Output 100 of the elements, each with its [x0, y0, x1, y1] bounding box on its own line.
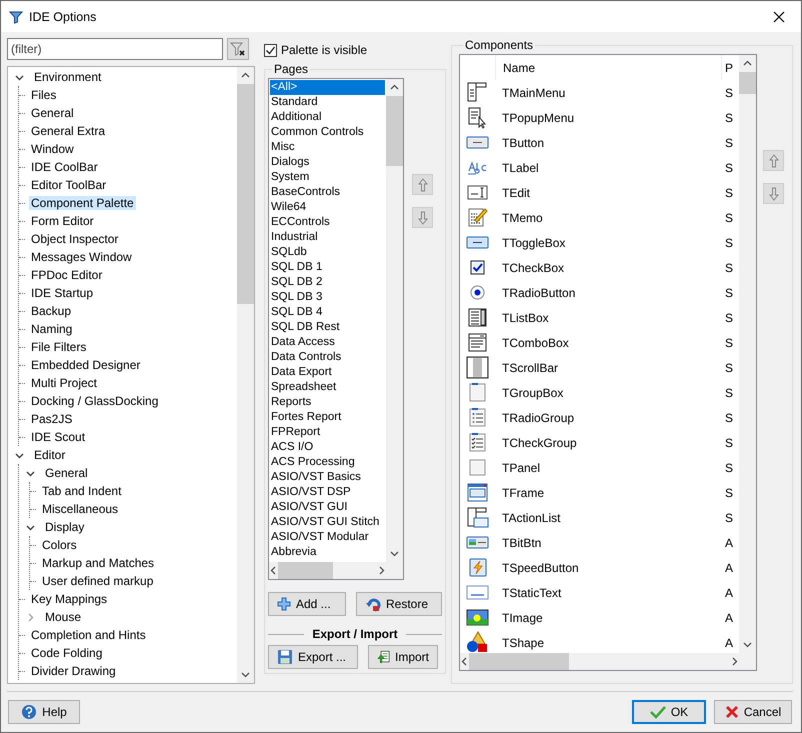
- tree-item[interactable]: Colors: [40, 538, 79, 552]
- filter-field[interactable]: (filter): [7, 38, 223, 60]
- expand-chevron-icon[interactable]: [26, 522, 34, 532]
- list-item[interactable]: Misc: [270, 140, 385, 155]
- tree-item[interactable]: General Extra: [29, 124, 108, 138]
- scroll-down-icon[interactable]: [241, 670, 250, 679]
- list-item[interactable]: ASIO/VST Modular: [270, 530, 385, 545]
- ok-button[interactable]: OK: [632, 700, 706, 724]
- list-item[interactable]: Fortes Report: [270, 410, 385, 425]
- list-item[interactable]: SQL DB 4: [270, 305, 385, 320]
- expand-chevron-icon[interactable]: [14, 450, 24, 460]
- list-item[interactable]: SQL DB 2: [270, 275, 385, 290]
- restore-button[interactable]: Restore: [356, 592, 442, 616]
- tree-item[interactable]: Environment: [32, 70, 104, 84]
- add-button[interactable]: Add ...: [268, 592, 346, 616]
- scrollbar-thumb[interactable]: [278, 562, 333, 579]
- list-item[interactable]: Dialogs: [270, 155, 385, 170]
- list-item[interactable]: Additional: [270, 110, 385, 125]
- tree-item[interactable]: FPDoc Editor: [29, 268, 104, 282]
- tree-item[interactable]: Docking / GlassDocking: [29, 394, 160, 408]
- list-item[interactable]: Data Controls: [270, 350, 385, 365]
- tree-item[interactable]: Backup: [29, 304, 74, 318]
- list-item[interactable]: SQLdb: [270, 245, 385, 260]
- tree-item[interactable]: Markup and Matches: [40, 556, 156, 570]
- tree-item[interactable]: Mouse: [43, 610, 84, 624]
- list-item[interactable]: Abbrevia: [270, 545, 385, 560]
- list-item[interactable]: ECControls: [270, 215, 385, 230]
- scroll-up-icon[interactable]: [743, 59, 752, 68]
- move-down-button[interactable]: [412, 207, 433, 228]
- tree-item[interactable]: Form Editor: [29, 214, 96, 228]
- tree-item[interactable]: General: [29, 106, 76, 120]
- tree-item[interactable]: User defined markup: [40, 574, 156, 588]
- list-item[interactable]: SQL DB Rest: [270, 320, 385, 335]
- scroll-up-icon[interactable]: [241, 71, 250, 80]
- scroll-left-icon[interactable]: [269, 566, 278, 575]
- checkbox[interactable]: [264, 44, 277, 56]
- list-item[interactable]: SQL DB 3: [270, 290, 385, 305]
- list-item[interactable]: SQL DB 1: [270, 260, 385, 275]
- tree-item[interactable]: Naming: [29, 322, 74, 336]
- scroll-down-icon[interactable]: [390, 549, 399, 558]
- tree-item[interactable]: IDE Startup: [29, 286, 96, 300]
- scroll-up-icon[interactable]: [390, 83, 399, 92]
- clear-filter-button[interactable]: [227, 38, 249, 60]
- list-item[interactable]: Reports: [270, 395, 385, 410]
- tree-item[interactable]: Editor: [32, 448, 68, 462]
- tree-item[interactable]: Code Folding: [29, 646, 104, 660]
- list-item[interactable]: Spreadsheet: [270, 380, 385, 395]
- scrollbar-thumb[interactable]: [739, 72, 756, 94]
- tree-item[interactable]: General: [43, 466, 90, 480]
- tree-item[interactable]: Files: [29, 88, 58, 102]
- list-item[interactable]: ASIO/VST Basics: [270, 470, 385, 485]
- tree-item[interactable]: IDE CoolBar: [29, 160, 100, 174]
- list-item[interactable]: Wile64: [270, 200, 385, 215]
- tree-item[interactable]: Object Inspector: [29, 232, 120, 246]
- tree-item[interactable]: File Filters: [29, 340, 88, 354]
- export-button[interactable]: Export ...: [268, 645, 358, 669]
- tree-item[interactable]: Tab and Indent: [40, 484, 124, 498]
- list-item[interactable]: Standard: [270, 95, 385, 110]
- scrollbar-thumb[interactable]: [237, 84, 254, 304]
- scroll-right-icon[interactable]: [730, 657, 739, 666]
- import-button[interactable]: Import: [368, 645, 438, 669]
- scroll-down-icon[interactable]: [743, 640, 752, 649]
- list-item[interactable]: FPReport: [270, 425, 385, 440]
- list-item[interactable]: System: [270, 170, 385, 185]
- list-item[interactable]: Common Controls: [270, 125, 385, 140]
- list-item[interactable]: Industrial: [270, 230, 385, 245]
- tree-item[interactable]: Divider Drawing: [29, 664, 118, 678]
- scrollbar-thumb[interactable]: [469, 653, 569, 670]
- tree-item[interactable]: IDE Scout: [29, 430, 88, 444]
- tree-item[interactable]: Miscellaneous: [40, 502, 120, 516]
- tree-item[interactable]: Completion and Hints: [29, 628, 148, 642]
- list-item[interactable]: ASIO/VST GUI: [270, 500, 385, 515]
- list-item[interactable]: ASIO/VST GUI Stitch: [270, 515, 385, 530]
- tree-item[interactable]: Pas2JS: [29, 412, 74, 426]
- help-button[interactable]: Help: [8, 700, 80, 724]
- list-item[interactable]: Data Export: [270, 365, 385, 380]
- expand-chevron-icon[interactable]: [26, 468, 34, 478]
- list-item[interactable]: <All>: [270, 80, 385, 95]
- tree-item[interactable]: Key Mappings: [29, 592, 110, 606]
- move-up-button[interactable]: [763, 150, 784, 171]
- expand-chevron-icon[interactable]: [14, 72, 24, 82]
- list-item[interactable]: BaseControls: [270, 185, 385, 200]
- cancel-button[interactable]: Cancel: [714, 700, 792, 724]
- scrollbar-thumb[interactable]: [386, 96, 403, 166]
- tree-item[interactable]: Window: [29, 142, 76, 156]
- tree-item[interactable]: Display: [43, 520, 86, 534]
- column-header[interactable]: P: [722, 60, 734, 74]
- list-item[interactable]: ACS Processing: [270, 455, 385, 470]
- column-header[interactable]: Name: [495, 55, 722, 80]
- tree-item[interactable]: Editor ToolBar: [29, 178, 108, 192]
- tree-item[interactable]: Multi Project: [29, 376, 100, 390]
- tree-item[interactable]: Messages Window: [29, 250, 134, 264]
- tree-item[interactable]: Component Palette: [29, 196, 136, 210]
- list-item[interactable]: Data Access: [270, 335, 385, 350]
- scroll-left-icon[interactable]: [460, 657, 469, 666]
- tree-item[interactable]: Embedded Designer: [29, 358, 142, 372]
- list-item[interactable]: ACS I/O: [270, 440, 385, 455]
- scroll-right-icon[interactable]: [377, 566, 386, 575]
- list-item[interactable]: ASIO/VST DSP: [270, 485, 385, 500]
- move-up-button[interactable]: [412, 174, 433, 195]
